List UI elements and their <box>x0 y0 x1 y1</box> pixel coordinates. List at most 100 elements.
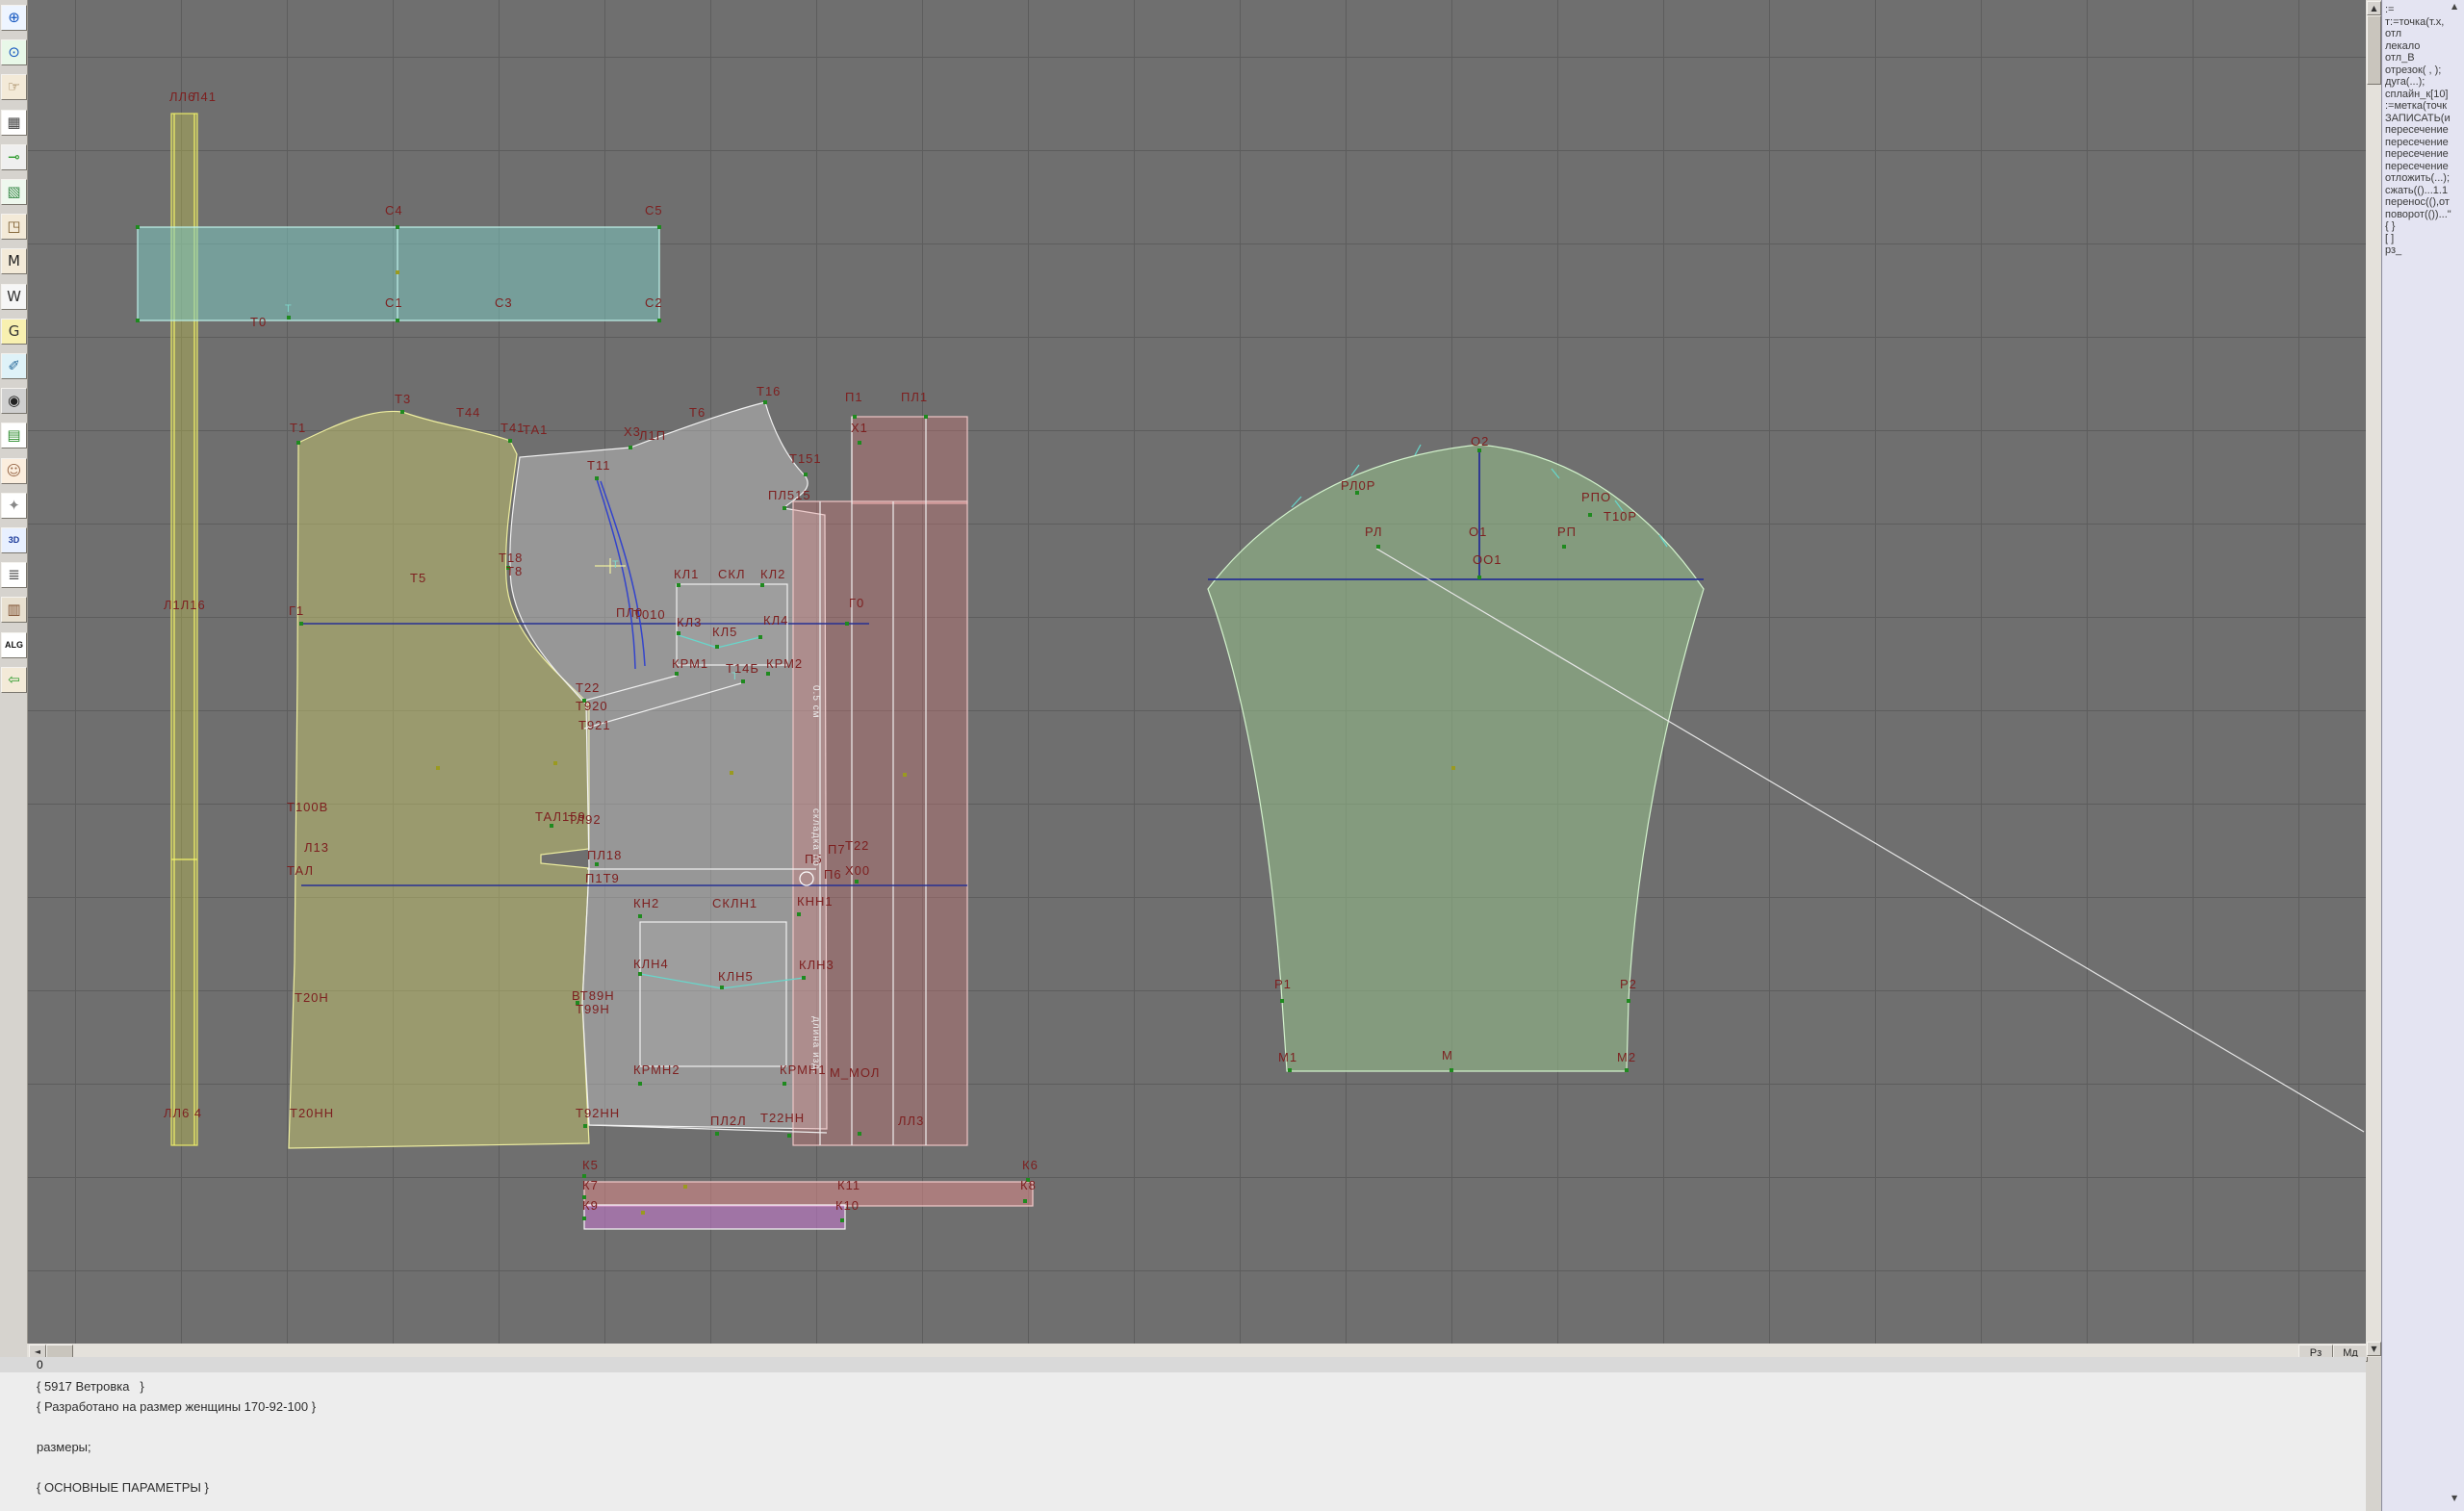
canvas-hscrollbar[interactable]: ◄ <box>27 1344 2366 1357</box>
grid-icon[interactable]: ▦ <box>1 110 27 136</box>
point-label: С5 <box>645 204 663 217</box>
formula-lines: :=т:=точка(т.х,отллекалоотл_Вотрезок( , … <box>2385 4 2462 257</box>
point-label: Т22НН <box>760 1112 805 1124</box>
pattern-drawing <box>27 0 2366 1344</box>
point-label: С2 <box>645 296 663 309</box>
point-label: КЛ1 <box>674 568 699 580</box>
point-label: ТА1 <box>523 423 548 436</box>
zoom-tool-icon[interactable]: ⊙ <box>1 39 27 65</box>
garment-icon: ✦ <box>8 499 20 513</box>
pattern-piece-icon: ◳ <box>7 219 20 234</box>
status-line: 0 <box>0 1357 2366 1372</box>
formula-line: отл <box>2385 28 2462 40</box>
pattern-shape <box>584 1205 845 1229</box>
formula-line: :=метка(точк <box>2385 100 2462 113</box>
pattern-point <box>638 1082 642 1086</box>
marker-dot <box>436 766 440 770</box>
hscroll-thumb[interactable] <box>46 1345 73 1358</box>
chart-icon[interactable]: ▤ <box>1 423 27 448</box>
point-label: П1Т9 <box>585 872 620 884</box>
pattern-point <box>550 824 553 828</box>
point-label: М2 <box>1617 1051 1636 1063</box>
pattern-point <box>657 225 661 229</box>
pattern-g-icon: G <box>9 324 20 339</box>
pattern-m-icon[interactable]: M <box>1 248 27 274</box>
canvas-vscrollbar[interactable]: ▲ ▼ <box>2366 0 2381 1357</box>
point-label: О2 <box>1471 435 1489 448</box>
point-label: ПЛ1 <box>901 391 928 403</box>
drafting-tools-icon[interactable]: W <box>1 284 27 310</box>
formula-panel[interactable]: :=т:=точка(т.х,отллекалоотл_Вотрезок( , … <box>2381 0 2464 1511</box>
formula-line: дуга(...); <box>2385 76 2462 89</box>
formula-line: пересечение <box>2385 161 2462 173</box>
pattern-point <box>760 583 764 587</box>
point-label: Г0 <box>849 597 864 609</box>
formula-line: сплайн_к[10] <box>2385 89 2462 101</box>
point-label: КРМ2 <box>766 657 803 670</box>
point-label: Т100В <box>287 801 328 813</box>
console-line: { ОСНОВНЫЕ ПАРАМЕТРЫ } <box>37 1477 2366 1498</box>
panel-scroll-up-icon[interactable]: ▲ <box>2451 2 2457 11</box>
image-icon[interactable]: ▧ <box>1 179 27 205</box>
spec-list-icon[interactable]: ≣ <box>1 562 27 588</box>
pattern-g-icon[interactable]: G <box>1 319 27 345</box>
garment-icon[interactable]: ✦ <box>1 493 27 519</box>
alg-icon[interactable]: ALG <box>1 632 27 658</box>
grab-pattern-icon[interactable]: ☞ <box>1 74 27 100</box>
view-3d-icon: 3D <box>9 536 20 545</box>
portrait-icon: ☺ <box>7 464 22 478</box>
measure-line-icon: ⊸ <box>8 150 20 165</box>
pattern-point <box>677 583 680 587</box>
alg-icon: ALG <box>5 641 23 650</box>
point-label: КЛН4 <box>633 958 669 970</box>
ruler-icon: ✐ <box>8 359 20 373</box>
pattern-point <box>720 986 724 989</box>
zoom-in-icon: ⊕ <box>8 11 20 25</box>
point-label: КЛ2 <box>760 568 785 580</box>
pattern-piece-icon[interactable]: ◳ <box>1 214 27 240</box>
point-label: ЛЛ6 4 <box>164 1107 202 1119</box>
pattern-canvas[interactable]: ЛЛ6Л41С4С5С1С3С2Т0Т3Т44Т1Т41ТА1Т11Т16Т6Х… <box>27 0 2366 1344</box>
pattern-point <box>783 1082 786 1086</box>
point-label: ПЛ515 <box>768 489 811 501</box>
panel-scroll-down-icon[interactable]: ▼ <box>2451 1494 2457 1502</box>
pattern-shape <box>584 1182 1033 1206</box>
hscroll-left-arrow-icon[interactable]: ◄ <box>29 1345 46 1358</box>
vscroll-up-arrow-icon[interactable]: ▲ <box>2367 1 2381 15</box>
point-label: КЛ3 <box>677 616 702 628</box>
portrait-icon[interactable]: ☺ <box>1 458 27 484</box>
vscroll-thumb[interactable] <box>2367 15 2381 85</box>
camera-icon[interactable]: ◉ <box>1 388 27 414</box>
marker-dot <box>641 1211 645 1215</box>
marker-dot <box>903 773 907 777</box>
pattern-point <box>924 415 928 419</box>
point-label: С3 <box>495 296 513 309</box>
view-3d-icon[interactable]: 3D <box>1 527 27 553</box>
point-label: ТАЛ <box>287 864 314 877</box>
t-marker: Т <box>285 304 292 315</box>
books-icon[interactable]: ▥ <box>1 597 27 623</box>
point-label: П6 <box>824 868 842 881</box>
pattern-shape <box>852 417 967 503</box>
vertical-note-label: 0.5 см <box>810 685 820 719</box>
point-label: Т10Р <box>1604 510 1637 523</box>
point-label: КЛН5 <box>718 970 754 983</box>
point-label: С1 <box>385 296 403 309</box>
console-line: размеры; <box>37 1437 2366 1457</box>
pattern-point <box>136 225 140 229</box>
measure-line-icon[interactable]: ⊸ <box>1 144 27 170</box>
pattern-point <box>1588 513 1592 517</box>
ruler-icon[interactable]: ✐ <box>1 353 27 379</box>
left-toolbar: ⊕ ⊙ ☞ ▦ ⊸ ▧ ◳ M W G ✐ ◉ ▤ ☺ ✦ 3D ≣ ▥ ALG ⇦ <box>0 0 28 1344</box>
vscroll-down-arrow-icon[interactable]: ▼ <box>2367 1342 2381 1356</box>
clear-icon[interactable]: ⇦ <box>1 667 27 693</box>
pattern-point <box>657 319 661 322</box>
program-console[interactable]: { 5917 Ветровка }{ Разработано на размер… <box>0 1372 2366 1511</box>
drafting-tools-icon: W <box>7 290 21 304</box>
point-label: Т22 <box>845 839 869 852</box>
zoom-in-icon[interactable]: ⊕ <box>1 5 27 31</box>
point-label: Т920 <box>576 700 608 712</box>
point-label: Т5 <box>410 572 426 584</box>
formula-line: пересечение <box>2385 124 2462 137</box>
point-label: К8 <box>1020 1179 1037 1191</box>
